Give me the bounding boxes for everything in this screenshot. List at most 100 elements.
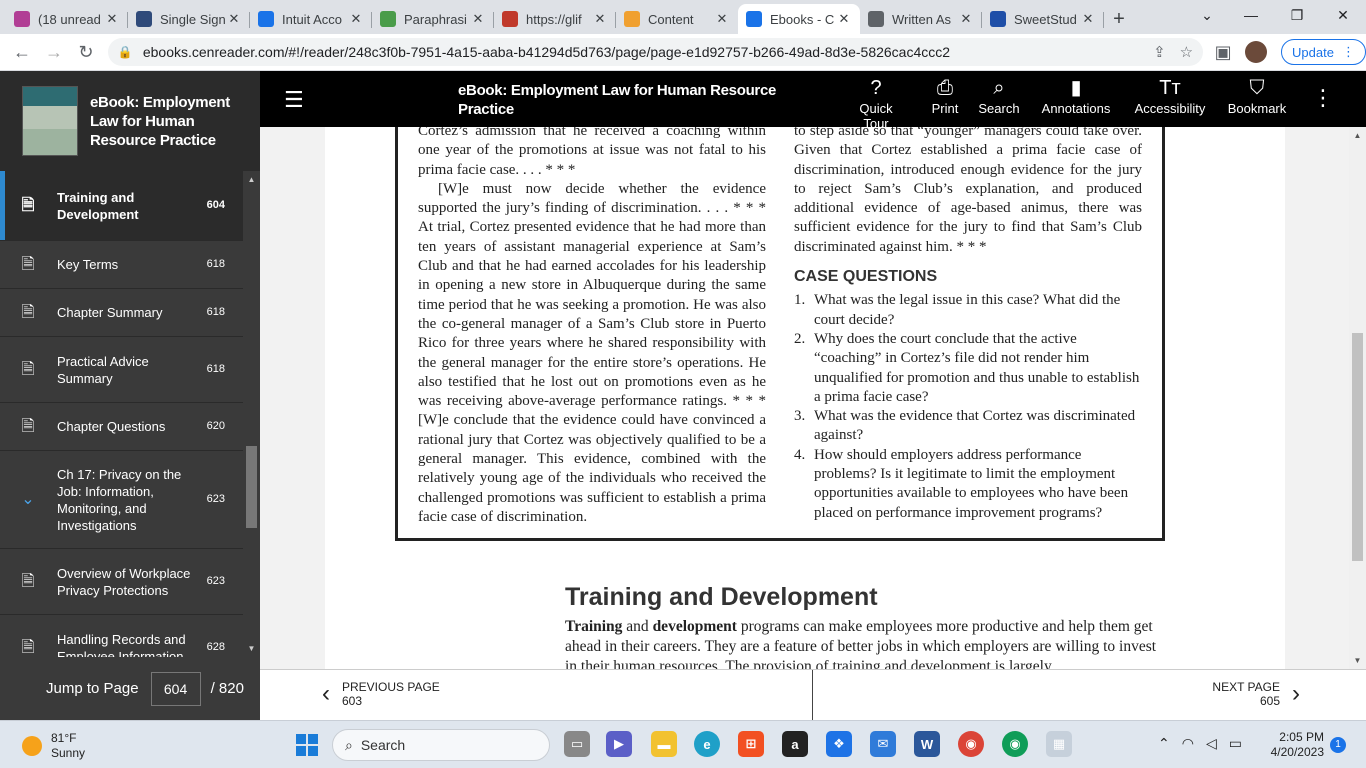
star-icon[interactable]: ☆: [1180, 43, 1193, 61]
close-icon[interactable]: ✕: [348, 11, 364, 27]
close-icon[interactable]: ✕: [1080, 11, 1096, 27]
toc-item[interactable]: 🗎 Practical Advice Summary 618: [0, 337, 243, 403]
tab-label: Intuit Acco: [282, 11, 342, 27]
taskbar-search[interactable]: ⌕ Search: [332, 729, 550, 761]
browser-tab[interactable]: Intuit Acco ✕: [250, 4, 372, 34]
intuit-icon: [258, 11, 274, 27]
tab-search-chevron-icon[interactable]: ⌄: [1184, 0, 1230, 30]
notification-badge[interactable]: 1: [1330, 737, 1346, 753]
task-view-icon[interactable]: ▭: [564, 731, 590, 757]
browser-tab[interactable]: Written As ✕: [860, 4, 982, 34]
tool-help[interactable]: ? Quick Tour: [858, 75, 894, 131]
toc-scrollbar[interactable]: ▲ ▼: [243, 171, 260, 657]
chevron-down-icon[interactable]: ⌄: [18, 491, 38, 508]
previous-page-button[interactable]: ‹ PREVIOUS PAGE 603: [310, 680, 440, 708]
tab-label: Single Sign: [160, 11, 226, 27]
browser-tab[interactable]: Paraphrasi ✕: [372, 4, 494, 34]
scroll-up-icon[interactable]: ▲: [1349, 131, 1366, 140]
browser-tab[interactable]: https://glif ✕: [494, 4, 616, 34]
chevron-right-icon: ›: [1292, 680, 1300, 707]
close-icon[interactable]: ✕: [226, 11, 242, 27]
share-icon[interactable]: ⇪: [1153, 43, 1166, 61]
restore-button[interactable]: ❐: [1274, 0, 1320, 30]
browser-tab[interactable]: Content ✕: [616, 4, 738, 34]
browser-tab[interactable]: (18 unread ✕: [6, 4, 128, 34]
tool-search[interactable]: ⌕ Search: [978, 75, 1020, 116]
toc-item[interactable]: ⌄ Ch 17: Privacy on the Job: Information,…: [0, 451, 243, 549]
help-icon: ?: [870, 77, 882, 99]
jump-page-input[interactable]: [150, 671, 201, 706]
system-tray: ⌃ ◠ ◁ ▭: [1158, 735, 1242, 752]
close-icon[interactable]: ✕: [958, 11, 974, 27]
search-icon: ⌕: [993, 77, 1005, 99]
mail-icon[interactable]: ✉: [870, 731, 896, 757]
close-icon[interactable]: ✕: [714, 11, 730, 27]
word-icon[interactable]: W: [914, 731, 940, 757]
reload-icon[interactable]: ↻: [70, 36, 102, 68]
pdf-app-icon[interactable]: ▦: [1046, 731, 1072, 757]
chrome-icon[interactable]: ◉: [958, 731, 984, 757]
close-icon[interactable]: ✕: [592, 11, 608, 27]
close-icon[interactable]: ✕: [836, 11, 852, 27]
scroll-down-icon[interactable]: ▼: [243, 644, 260, 653]
toc-item-page: 604: [206, 199, 225, 211]
scroll-up-icon[interactable]: ▲: [243, 175, 260, 184]
volume-icon[interactable]: ◁: [1206, 735, 1217, 752]
case-left-column: Cortez’s admission that he received a co…: [418, 127, 766, 527]
search-icon: ⌕: [345, 736, 353, 753]
more-options-icon[interactable]: ⋮: [1312, 85, 1334, 111]
forward-icon[interactable]: →: [38, 36, 70, 68]
lock-icon[interactable]: 🔒: [118, 45, 133, 59]
update-button[interactable]: Update ⋮: [1281, 39, 1366, 65]
edge-icon[interactable]: e: [694, 731, 720, 757]
back-icon[interactable]: ←: [6, 36, 38, 68]
close-icon[interactable]: ✕: [104, 11, 120, 27]
side-panel-icon[interactable]: ▣: [1207, 36, 1239, 68]
tool-accessibility[interactable]: Tт Accessibility: [1133, 75, 1207, 116]
toc-item-label: Practical Advice Summary: [57, 353, 149, 386]
weather-widget[interactable]: 81°F Sunny: [22, 731, 85, 761]
close-window-button[interactable]: ✕: [1320, 0, 1366, 30]
tool-annotations[interactable]: ▮ Annotations: [1039, 75, 1113, 116]
browser-tab[interactable]: Ebooks - C ✕: [738, 4, 860, 34]
content-scrollbar[interactable]: ▲ ▼: [1349, 127, 1366, 669]
tool-print[interactable]: ⎙ Print: [928, 75, 962, 116]
battery-icon[interactable]: ▭: [1229, 735, 1242, 752]
tool-bookmark[interactable]: ⛉ Bookmark: [1226, 75, 1288, 116]
address-bar[interactable]: 🔒 ebooks.cenreader.com/#!/reader/248c3f0…: [107, 38, 1204, 66]
toc-item-page: 618: [206, 306, 225, 318]
case-paragraph: to step aside so that “younger” managers…: [794, 127, 1142, 255]
glif-icon: [502, 11, 518, 27]
scroll-down-icon[interactable]: ▼: [1349, 656, 1366, 665]
amazon-icon[interactable]: a: [782, 731, 808, 757]
store-icon[interactable]: ⊞: [738, 731, 764, 757]
new-tab-button[interactable]: +: [1104, 4, 1134, 34]
toc-scroll-thumb[interactable]: [246, 446, 257, 528]
minimize-button[interactable]: —: [1228, 0, 1274, 30]
browser-tab[interactable]: Single Sign ✕: [128, 4, 250, 34]
avatar[interactable]: [1245, 41, 1268, 63]
close-icon[interactable]: ✕: [470, 11, 486, 27]
toc-item[interactable]: 🗎 Chapter Questions 620: [0, 403, 243, 451]
chevron-up-icon[interactable]: ⌃: [1158, 735, 1170, 752]
content-scroll-thumb[interactable]: [1352, 333, 1363, 561]
dropbox-icon[interactable]: ❖: [826, 731, 852, 757]
clock[interactable]: 2:05 PM 4/20/2023: [1262, 730, 1324, 760]
toc-item-page: 628: [206, 641, 225, 653]
clock-date: 4/20/2023: [1270, 745, 1324, 759]
menu-toggle-icon[interactable]: ☰: [284, 87, 304, 113]
file-explorer-icon[interactable]: ▬: [651, 731, 677, 757]
wifi-icon[interactable]: ◠: [1182, 735, 1194, 752]
toc-item[interactable]: 🗎 Chapter Summary 618: [0, 289, 243, 337]
toc-item[interactable]: 🗎 Training and Development 604: [0, 171, 243, 241]
previous-page-number: 603: [342, 694, 363, 708]
teams-icon[interactable]: ▶: [606, 731, 632, 757]
url-text: ebooks.cenreader.com/#!/reader/248c3f0b-…: [142, 44, 951, 60]
chrome-profile-icon[interactable]: ◉: [1002, 731, 1028, 757]
browser-tab[interactable]: SweetStud ✕: [982, 4, 1104, 34]
toc-item[interactable]: 🗎 Overview of Workplace Privacy Protectio…: [0, 549, 243, 615]
start-button[interactable]: [296, 734, 318, 756]
next-page-button[interactable]: NEXT PAGE 605 ›: [1212, 680, 1312, 708]
toc-item[interactable]: 🗎 Key Terms 618: [0, 241, 243, 289]
toc-item[interactable]: 🗎 Handling Records and Employee Informati…: [0, 615, 243, 658]
